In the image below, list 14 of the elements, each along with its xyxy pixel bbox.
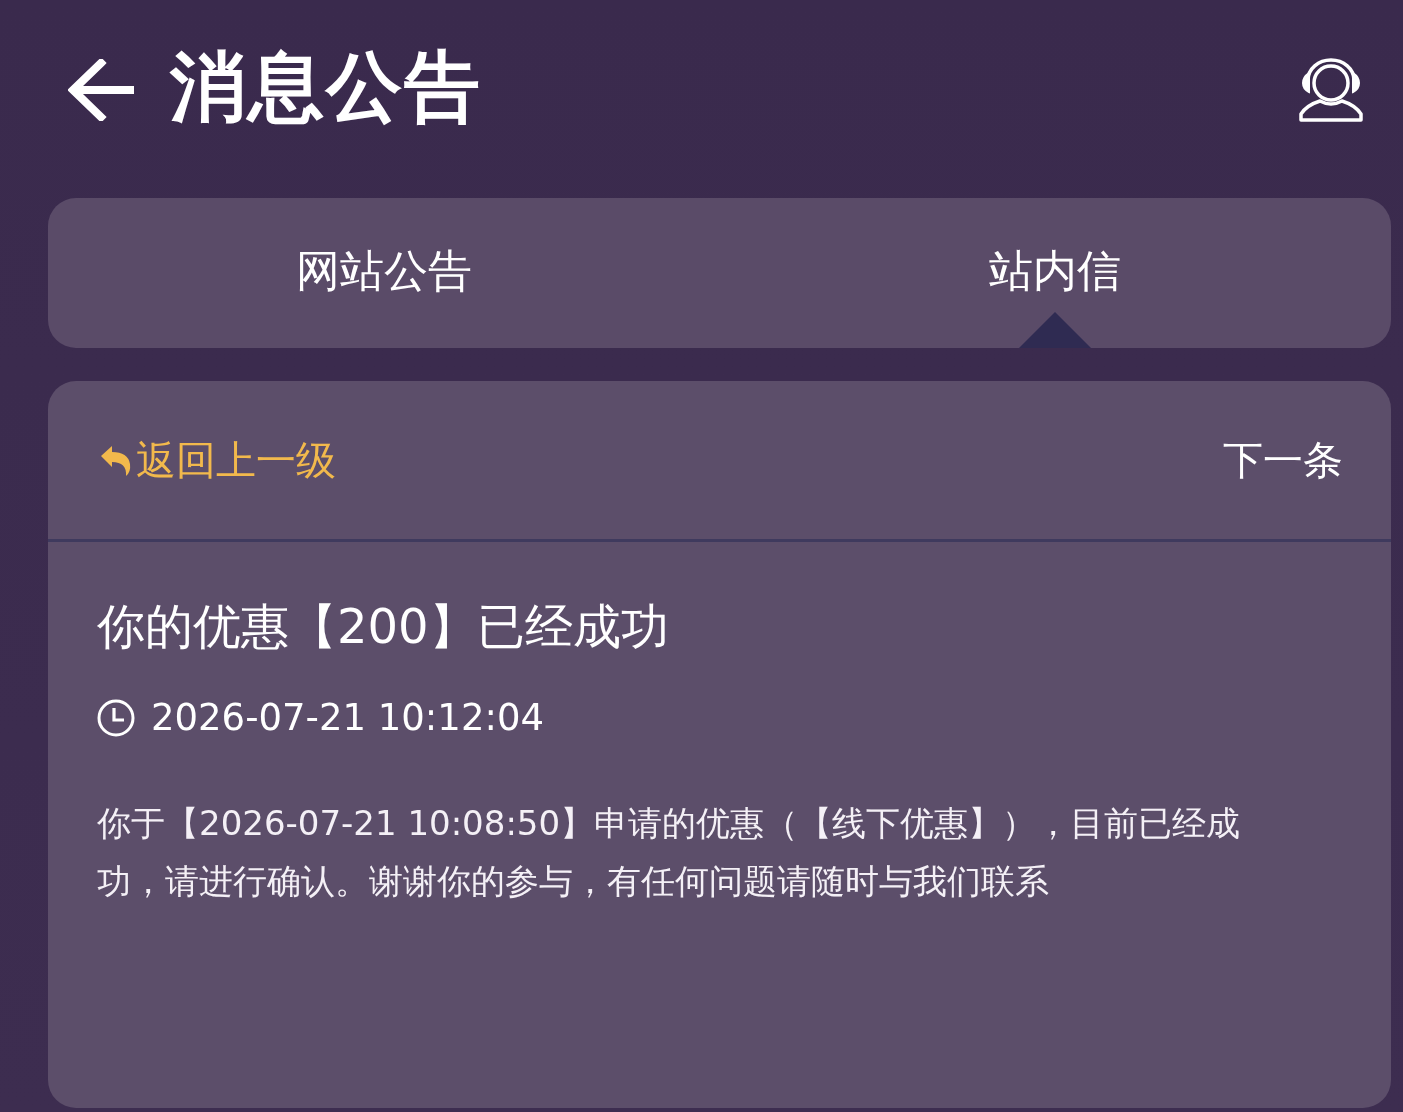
page-title: 消息公告 [170, 49, 482, 125]
reply-arrow-icon [100, 444, 132, 476]
clock-icon [97, 699, 135, 737]
message-time: 2026-07-21 10:12:04 [151, 695, 544, 741]
back-link[interactable]: 返回上一级 [100, 432, 336, 488]
back-button[interactable] [68, 59, 134, 121]
back-arrow-icon [68, 59, 134, 121]
headset-person-icon [1299, 58, 1363, 122]
message-title: 你的优惠【200】已经成功 [97, 597, 670, 656]
tab[interactable]: 网站公告 [48, 198, 720, 348]
message-body: 你于【2026-07-21 10:08:50】申请的优惠（【线下优惠】），目前已经成功，请进行确认。谢谢你的参与，有任何问题请随时与我们联系 [97, 802, 1242, 903]
tab[interactable]: 站内信 [719, 198, 1391, 348]
next-link[interactable]: 下一条 [1223, 432, 1343, 488]
support-button[interactable] [1299, 58, 1363, 122]
